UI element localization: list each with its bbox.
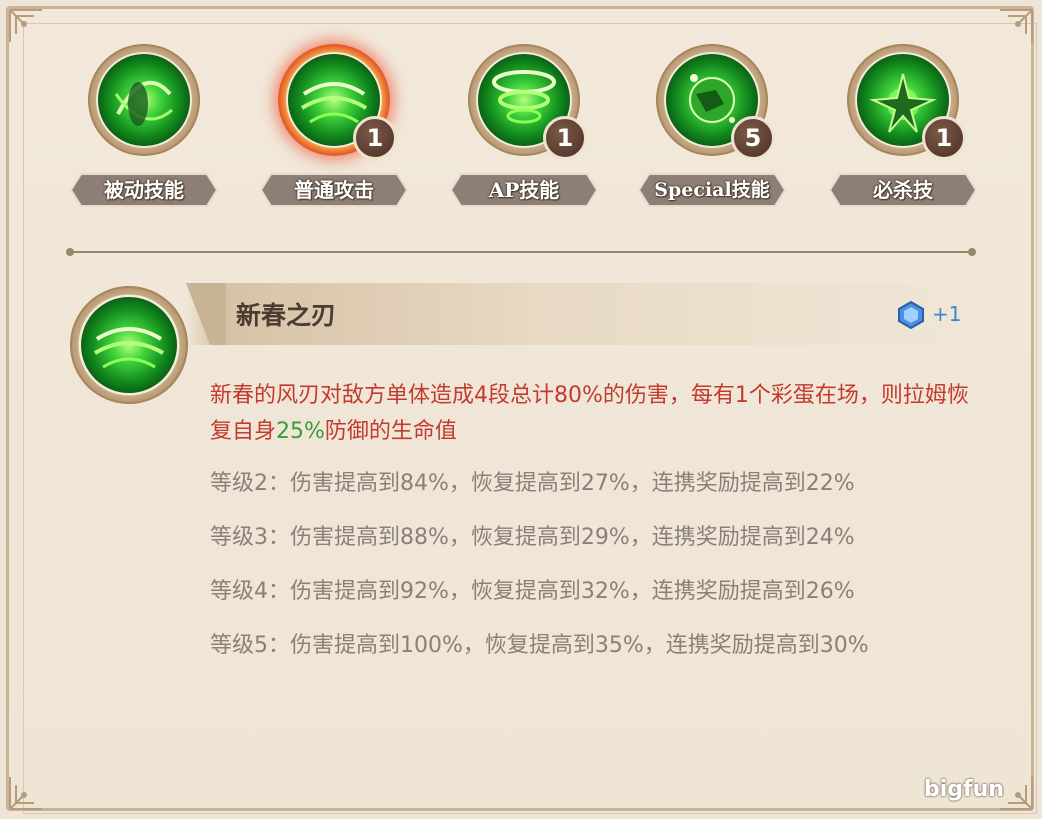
corner-ornament — [6, 6, 52, 52]
skill-level-badge: 5 — [731, 116, 775, 160]
skill-level-badge: 1 — [353, 116, 397, 160]
section-divider — [66, 248, 976, 256]
level-upgrade-5: 等级5：伤害提高到100%，恢复提高到35%，连携奖励提高到30% — [210, 633, 869, 658]
skill-tab-special[interactable]: 5 Special技能 — [637, 44, 787, 214]
skill-label: Special技能 — [654, 179, 770, 201]
skill-tab-ap[interactable]: 1 AP技能 — [449, 44, 599, 214]
level-upgrade-4: 等级4：伤害提高到92%，恢复提高到32%，连携奖励提高到26% — [210, 579, 855, 604]
skill-tab-passive[interactable]: 被动技能 — [69, 44, 219, 214]
desc-damage-pct: 80% — [554, 383, 603, 408]
level-upgrade-2: 等级2：伤害提高到84%，恢复提高到27%，连携奖励提高到22% — [210, 471, 855, 496]
skill-label: AP技能 — [488, 178, 560, 202]
desc-text: 新春的风刃对敌方单体造成4段总计 — [210, 383, 554, 408]
level-upgrade-3: 等级3：伤害提高到88%，恢复提高到29%，连携奖励提高到24% — [210, 525, 855, 550]
skill-title: 新春之刃 — [236, 301, 337, 330]
watermark: bigfun — [924, 777, 1004, 802]
level-list: 等级2：伤害提高到84%，恢复提高到27%，连携奖励提高到22% 等级3：伤害提… — [210, 466, 1010, 682]
selected-skill-icon — [81, 297, 177, 393]
skill-level-badge: 1 — [922, 116, 966, 160]
desc-text: 防御的生命值 — [324, 419, 457, 444]
desc-heal-pct: 25% — [276, 419, 325, 444]
corner-ornament — [6, 767, 52, 813]
gem-icon — [896, 300, 926, 330]
skill-label: 必杀技 — [873, 178, 933, 202]
skill-label: 普通攻击 — [294, 178, 374, 202]
corner-ornament — [990, 6, 1036, 52]
gem-bonus: +1 — [932, 302, 962, 326]
passive-skill-icon — [98, 54, 190, 146]
skill-tab-normal-attack[interactable]: 1 普通攻击 — [259, 44, 409, 214]
skill-tab-ultimate[interactable]: 1 必杀技 — [828, 44, 978, 214]
skill-description: 新春的风刃对敌方单体造成4段总计80%的伤害，每有1个彩蛋在场，则拉姆恢复自身2… — [210, 378, 990, 450]
skill-level-badge: 1 — [543, 116, 587, 160]
skill-label: 被动技能 — [104, 178, 184, 202]
